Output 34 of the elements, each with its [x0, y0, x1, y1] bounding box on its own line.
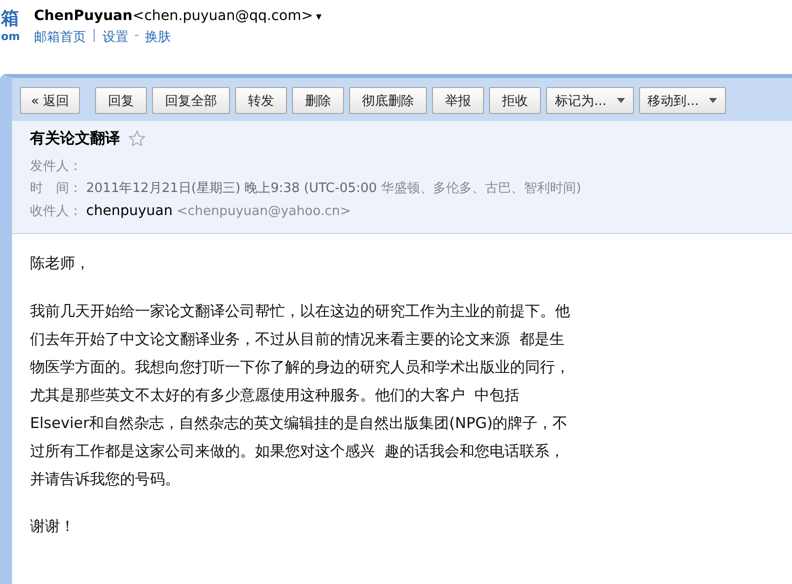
logo-text: om: [1, 30, 20, 43]
header-link[interactable]: 邮箱首页: [34, 28, 86, 46]
dropdown-button[interactable]: 移动到...: [638, 87, 726, 114]
dropdown-button[interactable]: 标记为...: [546, 87, 634, 114]
separator: |: [92, 28, 96, 45]
recipient-email: <chenpuyuan@yahoo.cn>: [176, 204, 351, 219]
toolbar-button[interactable]: 举报: [432, 87, 484, 114]
caret-icon: [708, 98, 717, 103]
time-zone: 华盛顿、多伦多、古巴、智利时间): [381, 181, 582, 196]
message-paragraph: 我前几天开始给一家论文翻译公司帮忙，以在这边的研究工作为主业的前提下。他 们去年开始了中文论文翻译业务，不过从目前的情况来看主要的论文来源 都是生 物医学方面的。我想向您打听一下你了解的身边的研究人员和学术出版业的同行， 尤其是那些英文不太好的有多少意愿使用这种服务。他们的大客户 中包括 Elsevier和自然杂志，自然杂志的英文编辑挂的是自然出版集团(NPG)的牌子，不 过所有工作都是这家公司来做的。如果您对这个感兴 趣的话我会和您电话联系， 并请告诉我您的号码。: [30, 301, 571, 490]
separator: -: [134, 28, 140, 45]
recipient-name: chenpuyuan: [86, 203, 173, 219]
field-label: 发件人：: [30, 159, 82, 174]
toolbar-button[interactable]: 删除: [292, 87, 344, 114]
header-link[interactable]: 设置: [102, 28, 128, 46]
caret-icon[interactable]: ▾: [316, 10, 322, 23]
caret-icon: [616, 98, 624, 103]
header-link[interactable]: 换肤: [145, 28, 172, 46]
toolbar-button[interactable]: 转发: [235, 87, 288, 114]
logo-glyph: 箱: [1, 8, 19, 30]
closing: 谢谢！: [30, 517, 76, 536]
field-label: 时 间：: [30, 181, 82, 196]
account-name: ChenPuyuan: [34, 8, 132, 24]
greeting: 陈老师，: [30, 254, 91, 273]
field-label: 收件人：: [30, 204, 82, 219]
account-email: <chen.puyuan@qq.com>: [132, 8, 313, 24]
toolbar-button[interactable]: « 返回: [20, 87, 80, 114]
subject: 有关论文翻译: [30, 129, 120, 148]
toolbar-button[interactable]: 拒收: [489, 87, 542, 114]
toolbar-button[interactable]: 彻底删除: [349, 87, 428, 114]
star-icon[interactable]: [128, 130, 146, 148]
date-time: 2011年12月21日(星期三) 晚上9:38 (UTC-05:00: [86, 181, 377, 196]
toolbar-button[interactable]: 回复: [95, 87, 148, 114]
toolbar-button[interactable]: 回复全部: [152, 87, 230, 114]
